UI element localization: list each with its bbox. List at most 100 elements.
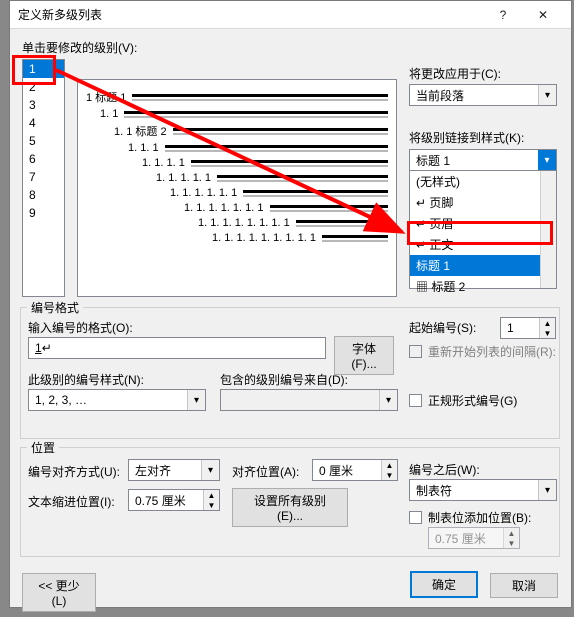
enter-format-label: 输入编号的格式(O): [28,319,133,336]
style-list-item[interactable]: ▦ 标题 2 [410,276,556,297]
tab-add-label: 制表位添加位置(B): [428,509,531,526]
style-list-item[interactable]: (无样式) [410,171,556,192]
apply-to-combo[interactable]: 当前段落 ▾ [409,84,557,106]
restart-after-checkbox: 重新开始列表的间隔(R): [409,343,556,360]
style-list-item[interactable]: ↵ 页眉 [410,213,556,234]
indent-at-value[interactable] [129,490,203,510]
include-from-combo: ▾ [220,389,398,411]
chevron-down-icon: ▾ [538,85,556,105]
spin-down-icon[interactable]: ▼ [203,500,219,510]
preview-bar [296,220,388,227]
number-format-input[interactable]: 1↵ [28,337,326,359]
scrollbar[interactable] [540,171,556,288]
preview-row: 1. 1. 1. 1 [86,157,388,169]
level-item[interactable]: 5 [23,132,64,150]
close-button[interactable]: ✕ [523,8,563,22]
preview-bar [124,111,388,118]
follow-combo[interactable]: 制表符 ▾ [409,479,557,501]
num-style-combo[interactable]: 1, 2, 3, … ▾ [28,389,206,411]
level-item[interactable]: 4 [23,114,64,132]
ok-button[interactable]: 确定 [410,571,478,598]
spin-up-icon[interactable]: ▲ [203,490,219,500]
level-item[interactable]: 7 [23,168,64,186]
align-at-value[interactable] [313,460,381,480]
preview-number: 1. 1 标题 2 [114,123,167,139]
chevron-down-icon: ▾ [201,460,219,480]
preview-number: 1 标题 1 [86,89,126,105]
follow-value: 制表符 [410,482,538,499]
align-at-spinner[interactable]: ▲▼ [312,459,398,481]
level-item[interactable]: 9 [23,204,64,222]
link-style-combo[interactable]: 标题 1 ▾ [409,149,557,171]
less-button[interactable]: << 更少(L) [22,573,96,612]
apply-to-label: 将更改应用于(C): [409,65,501,82]
chevron-down-icon: ▾ [538,150,556,170]
spin-up-icon[interactable]: ▲ [539,318,555,328]
chevron-down-icon: ▾ [187,390,205,410]
tab-pos-spinner: ▲▼ [428,527,520,549]
align-value: 左对齐 [129,462,201,479]
spin-up-icon[interactable]: ▲ [381,460,397,470]
title-text: 定义新多级列表 [18,6,483,23]
number-format-value: 1 [35,341,42,355]
follow-label: 编号之后(W): [409,461,480,478]
preview-row: 1. 1. 1. 1. 1. 1. 1 [86,202,388,214]
preview-row: 1 标题 1 [86,89,388,105]
preview-number: 1. 1. 1. 1 [142,157,185,169]
indent-at-label: 文本缩进位置(I): [28,493,115,510]
style-list-item[interactable]: ↵ 正文 [410,234,556,255]
help-button[interactable]: ? [483,8,523,22]
checkbox-box [409,394,422,407]
num-style-value: 1, 2, 3, … [29,393,187,407]
preview-number: 1. 1. 1. 1. 1. 1. 1 [184,202,264,214]
start-at-label: 起始编号(S): [409,319,476,336]
legal-label: 正规形式编号(G) [428,392,517,409]
chevron-down-icon: ▾ [538,480,556,500]
include-from-label: 包含的级别编号来自(D): [220,371,348,388]
apply-to-value: 当前段落 [410,87,538,104]
preview-box: 1 标题 11. 11. 1 标题 21. 1. 11. 1. 1. 11. 1… [77,79,397,297]
spin-up-icon: ▲ [503,528,519,538]
style-list-item[interactable]: ↵ 页脚 [410,192,556,213]
preview-row: 1. 1 [86,108,388,120]
level-item[interactable]: 8 [23,186,64,204]
content-area: 单击要修改的级别(V): 123456789 1 标题 11. 11. 1 标题… [10,29,571,607]
num-style-label: 此级别的编号样式(N): [28,371,144,388]
start-at-spinner[interactable]: ▲▼ [500,317,556,339]
level-item[interactable]: 1 [23,60,64,78]
level-list[interactable]: 123456789 [22,59,65,297]
align-label: 编号对齐方式(U): [28,463,120,480]
restart-after-label: 重新开始列表的间隔(R): [428,343,556,360]
style-list-item[interactable]: 标题 1 [410,255,556,276]
tab-add-checkbox[interactable]: 制表位添加位置(B): [409,509,531,526]
preview-bar [132,94,388,101]
style-dropdown-list[interactable]: (无样式)↵ 页脚↵ 页眉↵ 正文标题 1▦ 标题 2 [409,171,557,289]
font-button[interactable]: 字体(F)... [334,336,394,375]
spin-down-icon[interactable]: ▼ [381,470,397,480]
preview-bar [322,235,388,242]
start-at-value[interactable] [501,318,539,338]
dialog-window: 定义新多级列表 ? ✕ 单击要修改的级别(V): 123456789 1 标题 … [9,0,572,608]
set-all-levels-button[interactable]: 设置所有级别(E)... [232,488,348,527]
indent-at-spinner[interactable]: ▲▼ [128,489,220,511]
spin-down-icon[interactable]: ▼ [539,328,555,338]
link-style-label: 将级别链接到样式(K): [409,129,524,146]
level-item[interactable]: 3 [23,96,64,114]
level-item[interactable]: 6 [23,150,64,168]
cancel-button[interactable]: 取消 [490,573,558,598]
preview-row: 1. 1. 1. 1. 1. 1. 1. 1. 1 [86,232,388,244]
level-item[interactable]: 2 [23,78,64,96]
preview-bar [270,205,389,212]
preview-row: 1. 1. 1. 1. 1 [86,172,388,184]
group-title: 编号格式 [27,299,83,316]
preview-bar [165,145,388,152]
align-combo[interactable]: 左对齐 ▾ [128,459,220,481]
click-level-label: 单击要修改的级别(V): [22,39,137,56]
preview-number: 1. 1 [100,108,118,120]
preview-bar [243,190,388,197]
titlebar: 定义新多级列表 ? ✕ [10,1,571,29]
preview-number: 1. 1. 1. 1. 1 [156,172,211,184]
align-at-label: 对齐位置(A): [232,463,299,480]
preview-bar [217,175,388,182]
legal-checkbox[interactable]: 正规形式编号(G) [409,392,517,409]
